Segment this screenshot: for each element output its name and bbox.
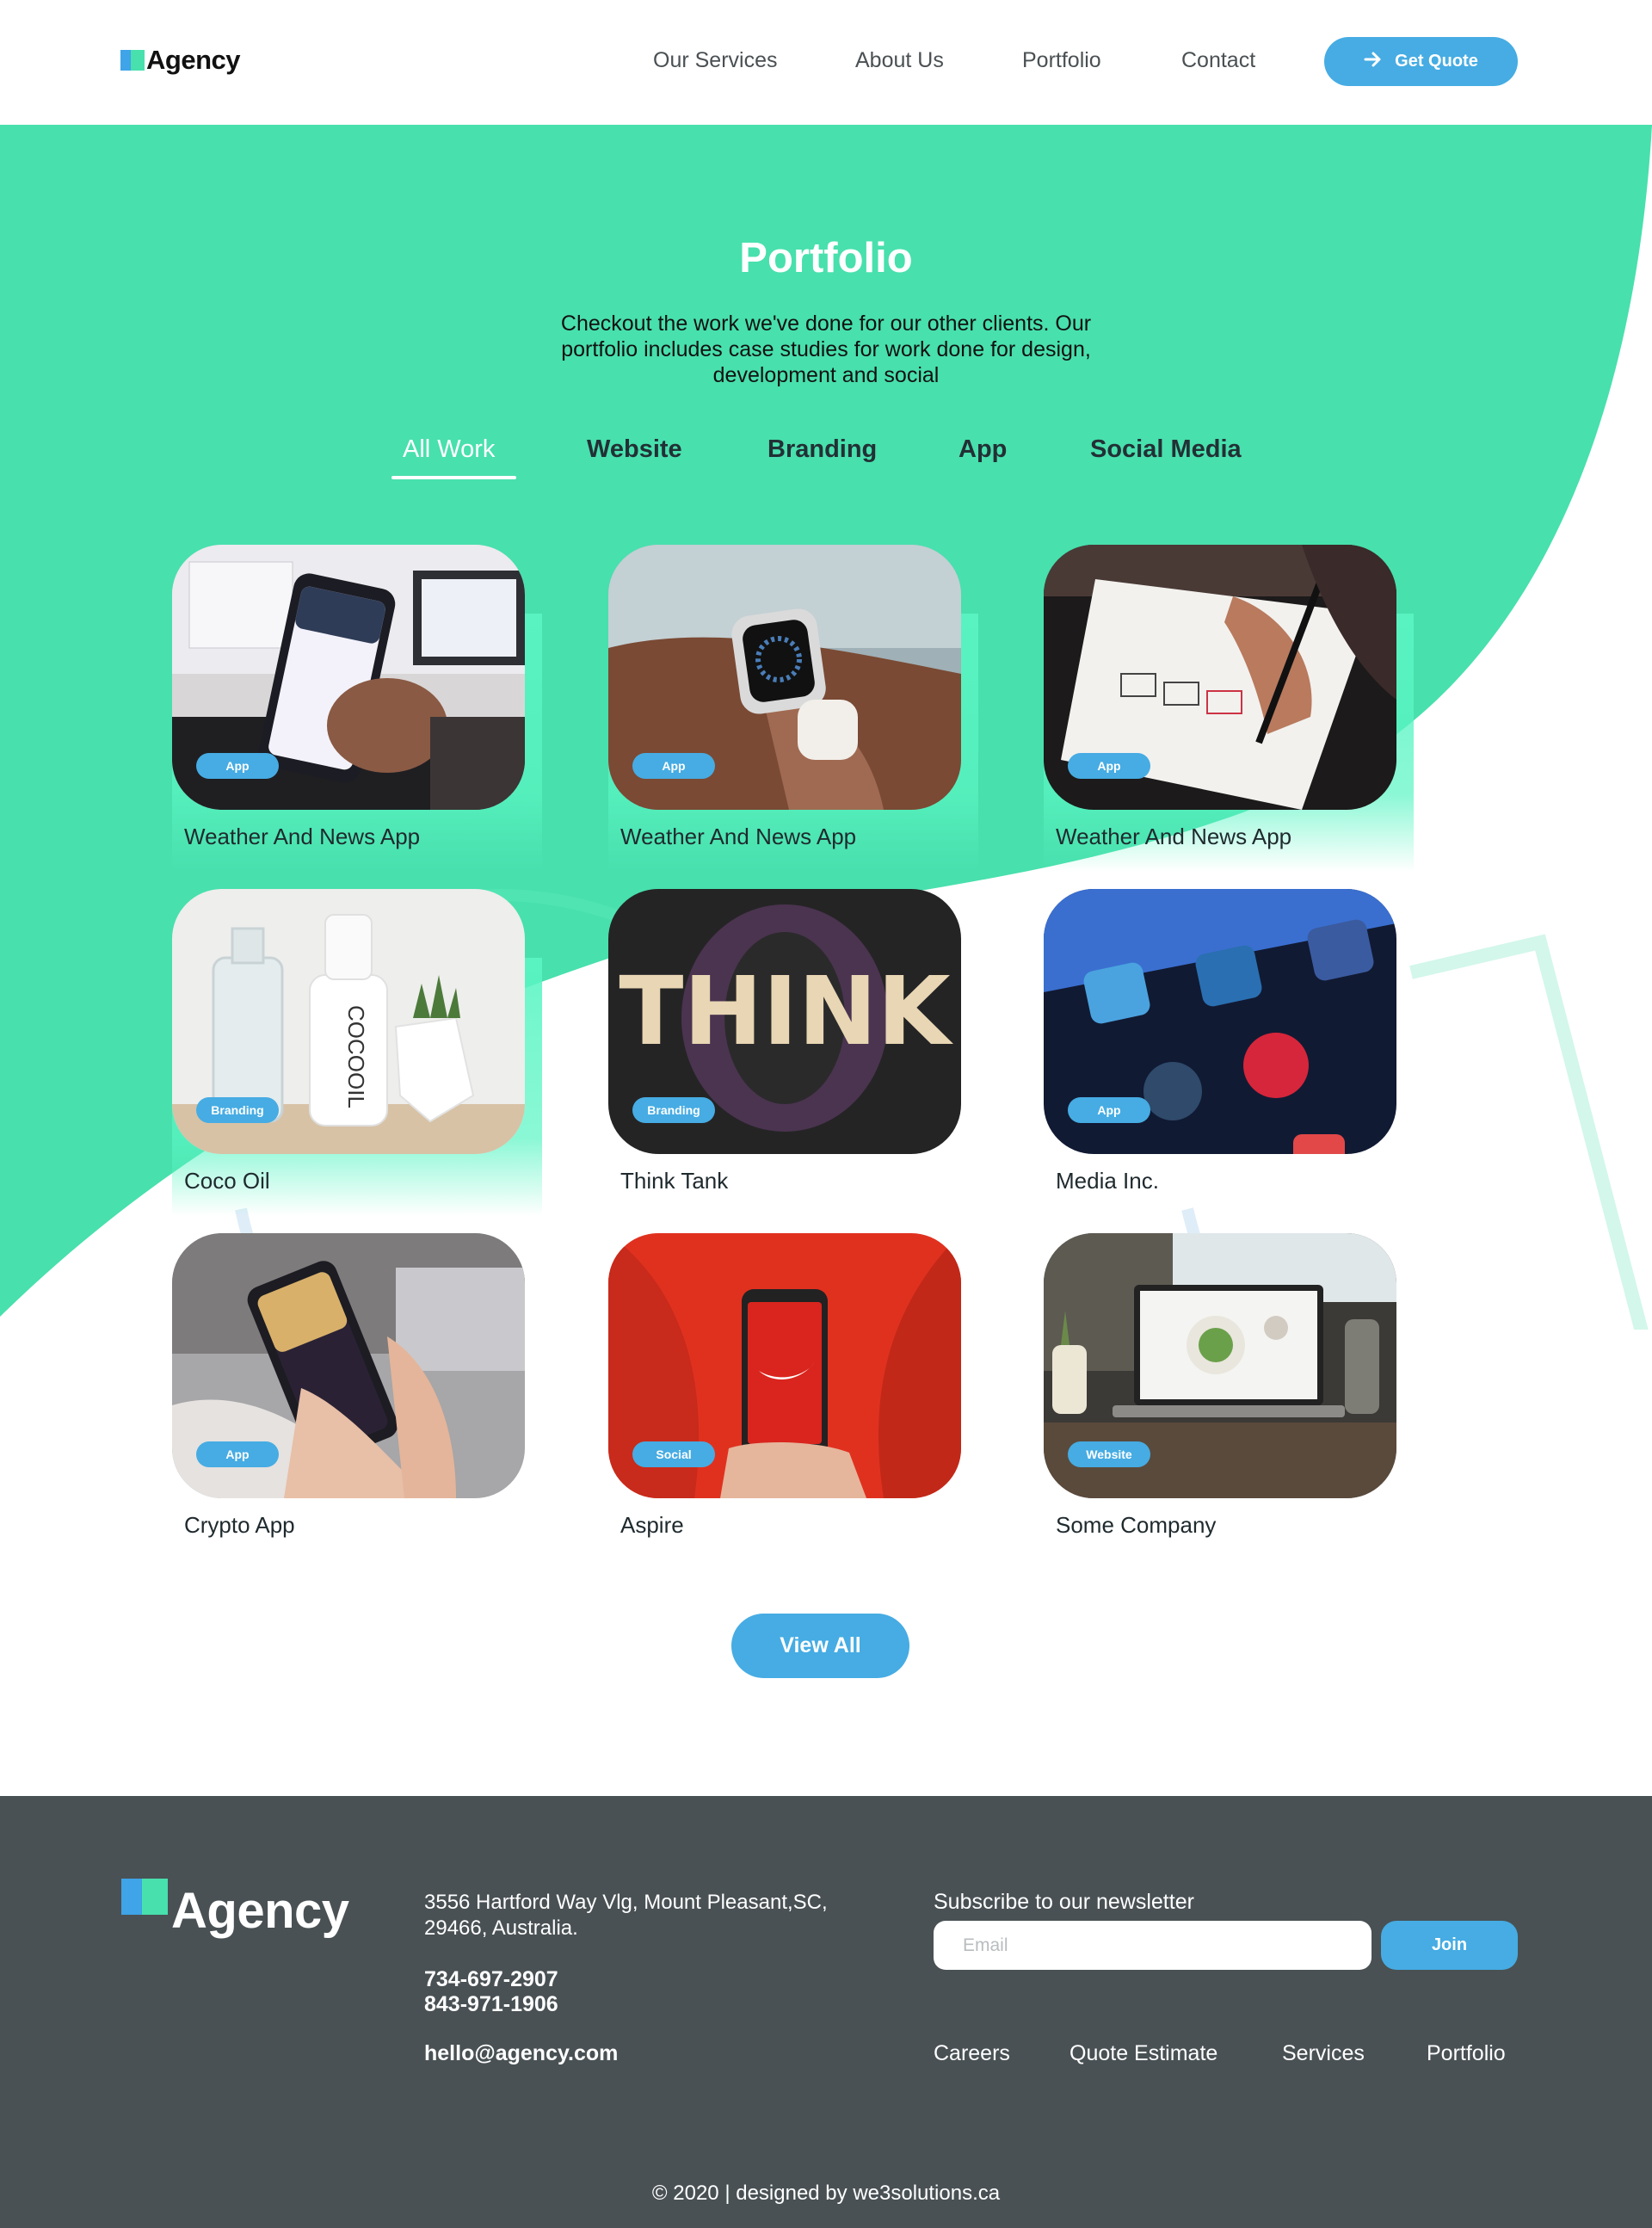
- portfolio-filters: All Work Website Branding App Social Med…: [0, 435, 1652, 487]
- project-title: Media Inc.: [1056, 1168, 1159, 1194]
- footer-address: 3556 Hartford Way Vlg, Mount Pleasant,SC…: [424, 1891, 828, 1940]
- project-tag: App: [632, 753, 715, 779]
- project-tag: App: [196, 753, 279, 779]
- project-tag: Branding: [196, 1097, 279, 1123]
- footer-logo-text: Agency: [171, 1883, 349, 1939]
- footer-phone-2[interactable]: 843-971-1906: [424, 1992, 558, 2017]
- get-quote-label: Get Quote: [1395, 52, 1478, 71]
- svg-text:THINK: THINK: [619, 956, 953, 1066]
- portfolio-card[interactable]: App Weather And News App: [172, 545, 542, 872]
- footer-link-careers[interactable]: Careers: [934, 2041, 1010, 2066]
- project-tag: Branding: [632, 1097, 715, 1123]
- project-title: Some Company: [1056, 1512, 1217, 1538]
- page-subtitle: Checkout the work we've done for our oth…: [560, 312, 1092, 387]
- footer-logo[interactable]: Agency: [121, 1879, 349, 1940]
- view-all-button[interactable]: View All: [731, 1614, 909, 1678]
- footer-phone-1[interactable]: 734-697-2907: [424, 1967, 558, 1992]
- portfolio-card[interactable]: App Crypto App: [172, 1233, 542, 1560]
- footer-phones: 734-697-2907 843-971-1906: [424, 1967, 558, 2017]
- copyright: © 2020 | designed by we3solutions.ca: [651, 2182, 1001, 2205]
- get-quote-button[interactable]: Get Quote: [1324, 37, 1518, 86]
- filter-app[interactable]: App: [959, 435, 1007, 464]
- project-tag: Social: [632, 1441, 715, 1467]
- portfolio-card[interactable]: COCOOIL Branding Coco Oil: [172, 889, 542, 1216]
- project-title: Weather And News App: [620, 824, 857, 849]
- project-tag: App: [1068, 753, 1150, 779]
- project-title: Think Tank: [620, 1168, 729, 1194]
- portfolio-card[interactable]: Website Some Company: [1044, 1233, 1414, 1560]
- project-title: Crypto App: [184, 1512, 295, 1538]
- newsletter-email-input[interactable]: [934, 1921, 1372, 1970]
- active-filter-underline: [391, 476, 516, 479]
- footer-email[interactable]: hello@agency.com: [424, 2041, 618, 2066]
- footer-link-portfolio[interactable]: Portfolio: [1427, 2041, 1506, 2066]
- logo-mark-icon: [121, 1879, 168, 1915]
- filter-branding[interactable]: Branding: [767, 435, 877, 464]
- footer-link-services[interactable]: Services: [1282, 2041, 1365, 2066]
- project-tag: App: [1068, 1097, 1150, 1123]
- footer-links: Careers Quote Estimate Services Portfoli…: [934, 2041, 1536, 2067]
- filter-social-media[interactable]: Social Media: [1090, 435, 1242, 464]
- project-title: Weather And News App: [184, 824, 421, 849]
- nav-portfolio[interactable]: Portfolio: [1022, 48, 1101, 73]
- site-header: Agency Our Services About Us Portfolio C…: [0, 0, 1652, 125]
- project-title: Aspire: [620, 1512, 684, 1538]
- project-title: Coco Oil: [184, 1168, 270, 1194]
- nav-our-services[interactable]: Our Services: [653, 48, 777, 73]
- site-footer: Agency 3556 Hartford Way Vlg, Mount Plea…: [0, 1796, 1652, 2228]
- page-title: Portfolio: [739, 235, 913, 281]
- project-tag: Website: [1068, 1441, 1150, 1467]
- portfolio-card[interactable]: THINK Branding Think Tank: [608, 889, 978, 1216]
- arrow-right-icon: [1364, 51, 1383, 72]
- portfolio-card[interactable]: App Weather And News App: [1044, 545, 1414, 872]
- portfolio-card[interactable]: App Weather And News App: [608, 545, 978, 872]
- project-tag: App: [196, 1441, 279, 1467]
- filter-all-work[interactable]: All Work: [403, 435, 495, 464]
- newsletter-label: Subscribe to our newsletter: [934, 1890, 1194, 1914]
- footer-link-quote-estimate[interactable]: Quote Estimate: [1069, 2041, 1217, 2066]
- project-title: Weather And News App: [1056, 824, 1292, 849]
- portfolio-card[interactable]: Social Aspire: [608, 1233, 978, 1560]
- nav-about-us[interactable]: About Us: [855, 48, 944, 73]
- filter-website[interactable]: Website: [587, 435, 682, 464]
- join-button[interactable]: Join: [1381, 1921, 1518, 1970]
- svg-text:COCOOIL: COCOOIL: [343, 1005, 369, 1108]
- nav-contact[interactable]: Contact: [1181, 48, 1255, 73]
- portfolio-card[interactable]: App Media Inc.: [1044, 889, 1414, 1216]
